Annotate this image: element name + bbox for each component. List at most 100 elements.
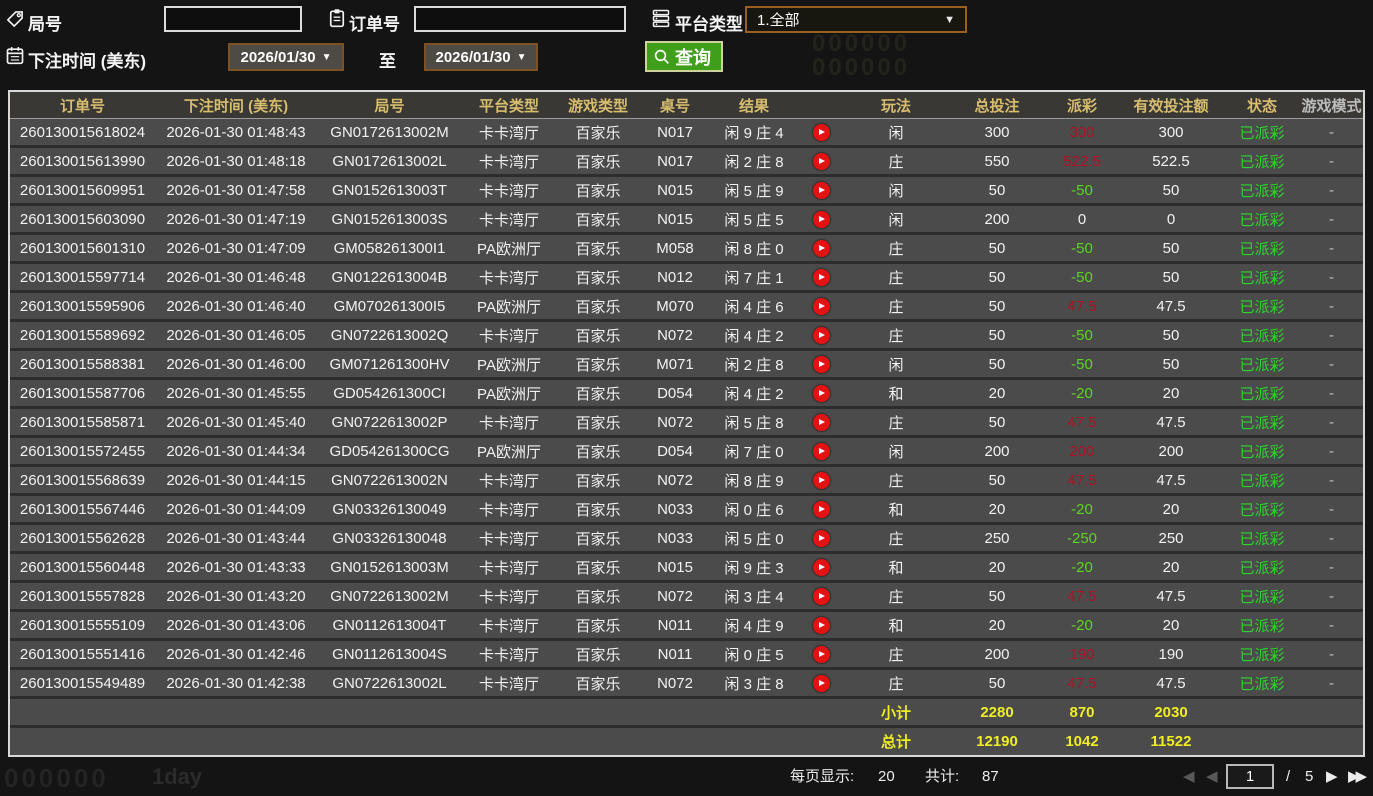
cell-bet: 庄 — [888, 153, 904, 171]
prev-page-button[interactable]: ◀ — [1206, 757, 1218, 796]
play-icon[interactable] — [812, 645, 830, 663]
last-page-button[interactable]: ▶▶ — [1348, 757, 1367, 796]
cell-mode: - — [1329, 384, 1334, 402]
cell-table: N012 — [657, 268, 693, 286]
cell-payout: -250 — [1066, 529, 1098, 547]
cell-round: GM070261300I5 — [333, 297, 446, 315]
cell-bet: 庄 — [888, 675, 904, 693]
grand-total-value: 12190 — [976, 733, 1018, 750]
cell-valid: 200 — [1158, 442, 1184, 460]
play-icon[interactable] — [812, 152, 830, 170]
first-page-button[interactable]: ◀ — [1183, 757, 1195, 796]
cell-table: M071 — [656, 355, 694, 373]
cell-round: GN0122613004B — [331, 268, 448, 286]
cell-bet: 和 — [888, 617, 904, 635]
play-triangle-icon — [819, 419, 825, 425]
cell-total: 50 — [988, 326, 1006, 344]
cell-result: 闲 5 庄 8 — [724, 414, 784, 432]
play-icon[interactable] — [812, 384, 830, 402]
table-header-row: 订单号 下注时间 (美东) 局号 平台类型 游戏类型 桌号 结果 玩法 总投注 派彩 有效投注额 状态… — [10, 92, 1363, 119]
cell-platform: 卡卡湾厅 — [478, 153, 539, 171]
round-id-input[interactable] — [164, 6, 302, 32]
replay-cell — [798, 641, 844, 667]
empty-cell — [155, 699, 317, 725]
play-icon[interactable] — [812, 123, 830, 141]
play-icon[interactable] — [812, 471, 830, 489]
cell-status: 已派彩 — [1239, 617, 1285, 635]
play-icon[interactable] — [812, 297, 830, 315]
subtotal-value: 2280 — [980, 703, 1014, 721]
play-icon[interactable] — [812, 239, 830, 257]
grand-total-value: 11522 — [1150, 733, 1192, 750]
cell-time: 2026-01-30 01:47:19 — [166, 210, 306, 228]
date-to-picker[interactable]: 2026/01/30 ▼ — [424, 43, 538, 71]
empty-cell — [556, 699, 640, 725]
empty-cell — [155, 728, 317, 755]
cell-round: GN0722613002P — [331, 413, 448, 431]
cell-round: GN0152613003M — [330, 558, 449, 576]
cell-payout: 47.5 — [1067, 297, 1097, 315]
cell-order: 260130015567446 — [19, 500, 146, 518]
cell-payout: -20 — [1071, 500, 1093, 518]
cell-result: 闲 8 庄 0 — [724, 240, 784, 258]
table-row: 260130015562628 2026-01-30 01:43:44 GN0332… — [10, 525, 1363, 554]
play-icon[interactable] — [812, 500, 830, 518]
play-icon[interactable] — [812, 326, 830, 344]
cell-platform: PA欧洲厅 — [477, 385, 541, 403]
cell-bet: 庄 — [888, 269, 904, 287]
replay-cell — [798, 467, 844, 493]
cell-result: 闲 0 庄 6 — [724, 501, 784, 519]
cell-game: 百家乐 — [575, 675, 621, 693]
replay-cell — [798, 206, 844, 232]
cell-total: 50 — [988, 413, 1006, 431]
table-row: 260130015587706 2026-01-30 01:45:55 GD0542… — [10, 380, 1363, 409]
play-icon[interactable] — [812, 587, 830, 605]
total-count-label: 共计: — [925, 768, 960, 785]
cell-status: 已派彩 — [1239, 588, 1285, 606]
cell-mode: - — [1329, 500, 1334, 518]
bet-time-label: 下注时间 (美东) — [28, 52, 147, 71]
play-icon[interactable] — [812, 210, 830, 228]
play-icon[interactable] — [812, 442, 830, 460]
play-triangle-icon — [819, 535, 825, 541]
play-icon[interactable] — [812, 558, 830, 576]
cell-time: 2026-01-30 01:42:46 — [166, 645, 306, 663]
cell-game: 百家乐 — [575, 414, 621, 432]
round-id-label: 局号 — [28, 15, 62, 34]
play-icon[interactable] — [812, 674, 830, 692]
cell-platform: 卡卡湾厅 — [478, 211, 539, 229]
play-icon[interactable] — [812, 616, 830, 634]
cell-platform: 卡卡湾厅 — [478, 646, 539, 664]
table-row: 260130015595906 2026-01-30 01:46:40 GM0702… — [10, 293, 1363, 322]
cell-result: 闲 4 庄 2 — [724, 327, 784, 345]
cell-round: GD054261300CI — [333, 384, 446, 402]
order-id-input[interactable] — [414, 6, 626, 32]
play-triangle-icon — [819, 158, 825, 164]
next-page-button[interactable]: ▶ — [1326, 757, 1338, 796]
cell-mode: - — [1329, 413, 1334, 431]
cell-mode: - — [1329, 645, 1334, 663]
replay-cell — [798, 293, 844, 319]
play-icon[interactable] — [812, 181, 830, 199]
empty-cell — [640, 699, 710, 725]
play-icon[interactable] — [812, 355, 830, 373]
cell-time: 2026-01-30 01:45:40 — [166, 413, 306, 431]
cell-payout: 47.5 — [1067, 413, 1097, 431]
cell-bet: 闲 — [888, 124, 904, 142]
date-from-picker[interactable]: 2026/01/30 ▼ — [228, 43, 344, 71]
play-icon[interactable] — [812, 268, 830, 286]
cell-payout: 522.5 — [1063, 152, 1101, 170]
cell-mode: - — [1329, 181, 1334, 199]
page-number-input[interactable]: 1 — [1226, 764, 1274, 789]
play-icon[interactable] — [812, 529, 830, 547]
play-icon[interactable] — [812, 413, 830, 431]
cell-status: 已派彩 — [1239, 356, 1285, 374]
cell-total: 50 — [988, 471, 1006, 489]
empty-cell — [1300, 699, 1363, 725]
empty-cell — [462, 728, 556, 755]
cell-order: 260130015555109 — [19, 616, 146, 634]
empty-cell — [640, 728, 710, 755]
search-button[interactable]: 查询 — [645, 41, 723, 72]
platform-select[interactable]: 1.全部 ▼ — [745, 6, 967, 33]
empty-cell — [710, 728, 798, 755]
